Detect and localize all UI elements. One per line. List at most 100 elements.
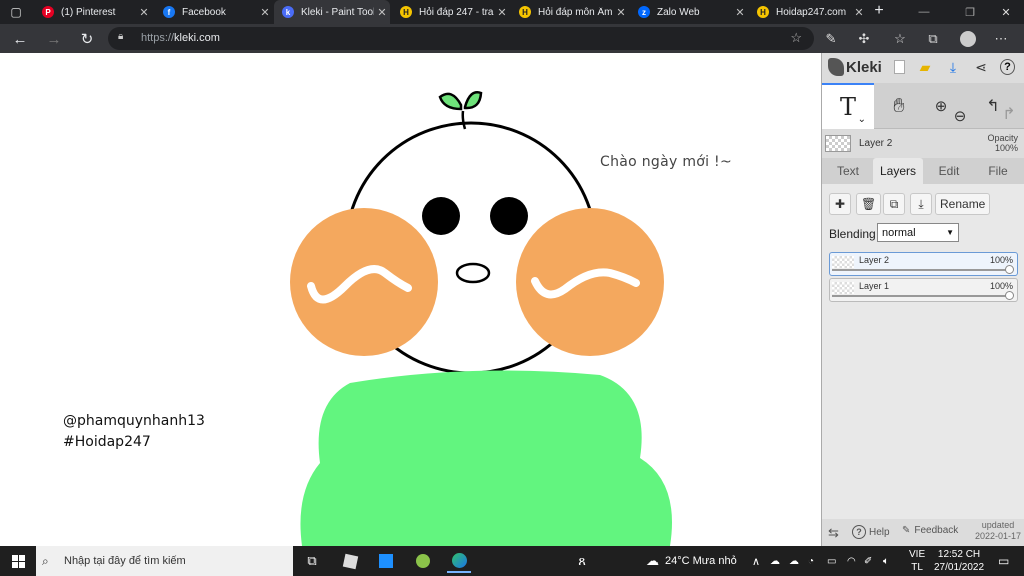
tab-facebook[interactable]: f Facebook ✕ xyxy=(155,0,273,24)
people-icon[interactable]: ጸ xyxy=(570,549,594,573)
tab-zalo[interactable]: z Zalo Web ✕ xyxy=(630,0,748,24)
add-layer-icon[interactable]: ✚ xyxy=(829,193,851,215)
share-icon[interactable]: ⋖ xyxy=(972,58,990,76)
lock-icon[interactable]: 🔒︎ xyxy=(118,31,130,45)
url-host: kleki.com xyxy=(174,32,220,44)
redo-icon[interactable]: ↱ xyxy=(994,99,1024,129)
show-hidden-icons[interactable]: ∧ xyxy=(752,546,760,576)
help-icon[interactable]: ? xyxy=(1000,58,1018,76)
close-tab-icon[interactable]: ✕ xyxy=(374,6,390,19)
updated-label: updated xyxy=(981,520,1015,530)
panel-tabs: Text Layers Edit File xyxy=(822,158,1024,184)
address-bar[interactable]: 🔒︎ https://kleki.com ☆ xyxy=(108,27,814,50)
back-icon[interactable]: ← xyxy=(9,28,31,50)
windows-taskbar: ⌕ Nhập tại đây để tìm kiếm ⧉ ጸ ☁ 24°C Mưa… xyxy=(0,546,1024,576)
opacity-label: Opacity xyxy=(987,133,1018,143)
pen-icon[interactable]: ✐ xyxy=(864,546,872,576)
open-folder-icon[interactable]: ▰ xyxy=(916,58,934,76)
close-tab-icon[interactable]: ✕ xyxy=(136,6,152,19)
layer-opacity-track[interactable] xyxy=(832,269,1010,271)
signature-hashtag: #Hoidap247 xyxy=(63,434,151,450)
feedback-label: Feedback xyxy=(914,525,959,536)
cloud-sync-icon[interactable]: ☁ xyxy=(770,546,780,576)
pinterest-icon: P xyxy=(42,6,54,18)
tab-hoidap-tra[interactable]: H Hỏi đáp 247 - tra ✕ xyxy=(392,0,510,24)
close-tab-icon[interactable]: ✕ xyxy=(732,6,748,19)
roblox-icon[interactable] xyxy=(338,549,362,573)
more-menu-icon[interactable]: ⋯ xyxy=(990,28,1012,50)
collections-icon[interactable]: ⧉ xyxy=(922,28,944,50)
url-text[interactable]: https://kleki.com xyxy=(141,32,220,44)
restore-icon[interactable]: ❐ xyxy=(950,0,990,24)
cloud-icon[interactable]: ☁ xyxy=(789,546,799,576)
battery-icon[interactable]: ▭ xyxy=(827,546,836,576)
browser-tab-strip: ▢ P (1) Pinterest ✕ f Facebook ✕ k Kleki… xyxy=(0,0,1024,24)
feedback-link[interactable]: ✎ Feedback xyxy=(902,525,958,536)
drawing-canvas[interactable]: Chào ngày mới !~ @phamquynhanh13 #Hoidap… xyxy=(0,53,821,546)
tab-hoidap-mon[interactable]: H Hỏi đáp môn Âm ✕ xyxy=(511,0,629,24)
weather-widget[interactable]: ☁ 24°C Mưa nhỏ xyxy=(646,546,737,576)
close-window-icon[interactable]: ✕ xyxy=(986,0,1024,24)
help-link[interactable]: ? Help xyxy=(852,525,890,539)
close-tab-icon[interactable]: ✕ xyxy=(257,6,273,19)
extensions-puzzle-icon[interactable]: ✣ xyxy=(853,28,875,50)
merge-layer-icon[interactable]: ⤓ xyxy=(910,193,932,215)
volume-icon[interactable]: 🔈︎ xyxy=(883,546,889,576)
task-view-icon[interactable]: ⧉ xyxy=(300,549,324,573)
layer-opacity-slider-handle[interactable] xyxy=(1005,291,1014,300)
close-tab-icon[interactable]: ✕ xyxy=(613,6,629,19)
minimize-icon[interactable]: — xyxy=(904,0,944,24)
wifi-icon[interactable]: ◠ xyxy=(847,546,856,576)
swap-sides-icon[interactable]: ⇆ xyxy=(828,525,839,541)
feedback-icon: ✎ xyxy=(902,525,911,536)
edge-browser-icon[interactable] xyxy=(447,549,471,573)
sprout-leaf-left xyxy=(438,92,463,111)
layer-opacity-slider-handle[interactable] xyxy=(1005,265,1014,274)
tab-file[interactable]: File xyxy=(975,158,1021,184)
favorite-star-icon[interactable]: ☆ xyxy=(790,30,802,46)
forward-icon[interactable]: → xyxy=(43,28,65,50)
download-icon[interactable]: ⤓ xyxy=(944,58,962,76)
profile-avatar[interactable] xyxy=(957,28,979,50)
notifications-icon[interactable]: ▭ xyxy=(998,546,1009,576)
text-tool-button[interactable]: T ⌄ xyxy=(822,83,874,129)
close-tab-icon[interactable]: ✕ xyxy=(851,6,867,19)
favorites-icon[interactable]: ☆ xyxy=(889,28,911,50)
layer-row-layer-2[interactable]: Layer 2 100% xyxy=(829,252,1018,276)
zoom-out-icon[interactable]: ⊖ xyxy=(945,101,975,131)
hoidap-icon: H xyxy=(519,6,531,18)
network-icon[interactable]: ◔ xyxy=(808,546,814,576)
reload-icon[interactable]: ↻ xyxy=(76,28,98,50)
tab-hoidap247[interactable]: H Hoidap247.com ✕ xyxy=(749,0,867,24)
close-tab-icon[interactable]: ✕ xyxy=(494,6,510,19)
chevron-down-icon: ▼ xyxy=(946,228,954,237)
tab-actions-icon[interactable]: ▢ xyxy=(0,0,32,24)
updated-info: updated 2022-01-17 xyxy=(975,520,1021,542)
delete-layer-icon[interactable]: 🗑︎ xyxy=(856,193,882,215)
language-indicator[interactable]: VIE TL xyxy=(909,546,925,576)
start-button[interactable] xyxy=(0,546,36,576)
blending-select[interactable]: normal ▼ xyxy=(877,223,959,242)
green-app-icon[interactable] xyxy=(411,549,435,573)
zalo-icon: z xyxy=(638,6,650,18)
rename-button[interactable]: Rename xyxy=(935,193,991,215)
tab-text[interactable]: Text xyxy=(826,158,870,184)
layer-opacity-track[interactable] xyxy=(832,295,1010,297)
updated-date: 2022-01-17 xyxy=(974,531,1021,541)
chevron-down-icon[interactable]: ⌄ xyxy=(858,114,866,125)
tab-layers[interactable]: Layers xyxy=(873,158,923,184)
tab-kleki[interactable]: k Kleki - Paint Tool ✕ xyxy=(274,0,390,24)
tab-edit[interactable]: Edit xyxy=(926,158,972,184)
taskbar-search[interactable]: ⌕ Nhập tại đây để tìm kiếm xyxy=(36,546,293,576)
duplicate-layer-icon[interactable]: ⧉ xyxy=(883,193,905,215)
clock[interactable]: 12:52 CH 27/01/2022 xyxy=(934,546,984,576)
help-label: Help xyxy=(869,526,890,538)
hand-tool-icon[interactable]: ✋︎ xyxy=(884,91,914,121)
extension-pen-icon[interactable]: ✎ xyxy=(820,28,842,50)
ms-store-icon[interactable] xyxy=(374,549,398,573)
layer-row-layer-1[interactable]: Layer 1 100% xyxy=(829,278,1018,302)
new-tab-icon[interactable]: + xyxy=(870,2,888,20)
new-image-icon[interactable] xyxy=(890,58,908,76)
current-layer-name: Layer 2 xyxy=(859,138,893,149)
tab-pinterest[interactable]: P (1) Pinterest ✕ xyxy=(34,0,152,24)
